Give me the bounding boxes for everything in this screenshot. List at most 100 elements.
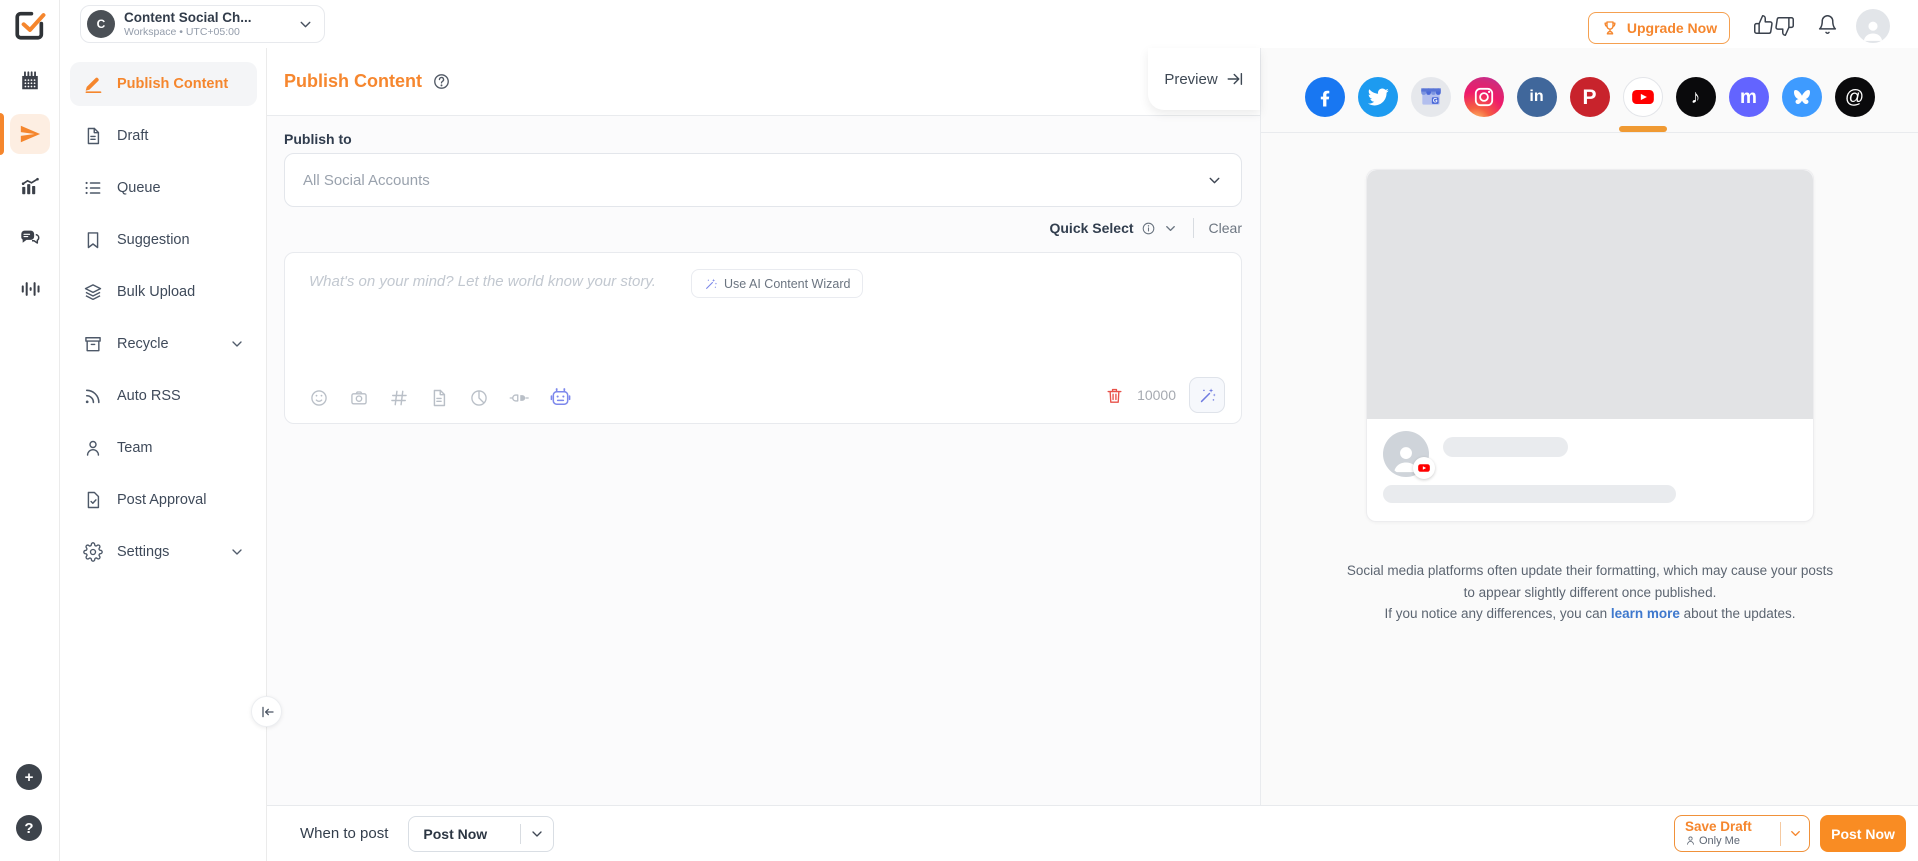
question-icon: ? [24,820,33,837]
sidebar-item-suggestion[interactable]: Suggestion [70,218,257,262]
pie-chart-icon[interactable] [469,388,489,408]
sidebar-item-label: Recycle [117,336,169,352]
feedback-thumbs-up-button[interactable] [1753,14,1774,35]
thumbs-up-icon [1753,14,1774,35]
info-icon[interactable] [1141,221,1156,236]
instagram-icon[interactable] [1464,77,1504,117]
workspace-meta: Workspace • UTC+05:00 [124,26,288,38]
workspace-name: Content Social Ch... [124,10,288,26]
page-header: Publish Content [267,48,1260,116]
sidebar-item-settings[interactable]: Settings [70,530,257,574]
composer-right-controls: 10000 [1105,377,1225,413]
workspace-selector[interactable]: C Content Social Ch... Workspace • UTC+0… [80,5,325,43]
help-button[interactable]: ? [16,815,42,841]
feedback-thumbs-down-button[interactable] [1774,16,1795,37]
post-composer-input[interactable]: What's on your mind? Let the world know … [284,252,1242,424]
sidebar-item-bulk-upload[interactable]: Bulk Upload [70,270,257,314]
ai-content-wizard-button[interactable]: Use AI Content Wizard [691,269,863,298]
rail-active-indicator [0,113,4,155]
wand-icon [1198,386,1217,405]
notifications-button[interactable] [1817,14,1838,35]
schedule-select[interactable]: Post Now [408,816,554,852]
sidebar-item-publish-content[interactable]: Publish Content [70,62,257,106]
twitter-icon[interactable] [1358,77,1398,117]
sidebar-item-label: Draft [117,128,148,144]
formatting-disclaimer: Social media platforms often update thei… [1290,560,1890,625]
chevron-down-icon [1206,172,1223,189]
sidebar-item-queue[interactable]: Queue [70,166,257,210]
upgrade-now-button[interactable]: Upgrade Now [1588,12,1730,44]
quick-select-label[interactable]: Quick Select [1049,220,1133,236]
threads-icon[interactable]: @ [1835,77,1875,117]
preview-toggle-button[interactable]: Preview [1148,48,1260,110]
rail-item-planner[interactable] [10,61,50,101]
linkedin-icon[interactable]: in [1517,77,1557,117]
chat-bubbles-icon [19,227,41,249]
trash-icon[interactable] [1105,386,1124,405]
sidebar-item-draft[interactable]: Draft [70,114,257,158]
save-draft-dropdown[interactable] [1781,826,1809,841]
camera-media-icon[interactable] [349,388,369,408]
publish-to-label: Publish to [284,131,352,147]
rail-item-publish[interactable] [10,114,50,154]
bluesky-icon[interactable] [1782,77,1822,117]
social-accounts-placeholder: All Social Accounts [303,172,1206,189]
google-business-icon[interactable] [1411,77,1451,117]
plug-integration-icon[interactable] [509,388,529,408]
rail-item-analytics[interactable] [10,166,50,206]
learn-more-link[interactable]: learn more [1611,606,1680,621]
clear-button[interactable]: Clear [1209,220,1242,236]
tiktok-icon[interactable]: ♪ [1676,77,1716,117]
facebook-icon[interactable] [1305,77,1345,117]
emoji-icon[interactable] [309,388,329,408]
ai-robot-icon[interactable] [549,386,572,409]
bell-icon [1817,14,1838,35]
preview-label: Preview [1164,71,1217,88]
rss-icon [83,386,103,406]
title-skeleton [1443,437,1568,457]
sidebar-collapse-button[interactable] [251,696,282,727]
active-platform-underline [1619,126,1667,132]
sidebar-item-label: Suggestion [117,232,190,248]
wand-icon [704,277,718,291]
app-logo-icon[interactable] [13,8,47,42]
disclaimer-line-1: Social media platforms often update thei… [1347,563,1833,578]
sidebar-item-post-approval[interactable]: Post Approval [70,478,257,522]
rail-item-inbox[interactable] [10,218,50,258]
text-snippet-icon[interactable] [429,388,449,408]
sidebar-item-label: Post Approval [117,492,206,508]
hashtag-icon[interactable] [389,388,409,408]
sidebar-item-auto-rss[interactable]: Auto RSS [70,374,257,418]
save-draft-button[interactable]: Save Draft Only Me [1674,815,1810,852]
preview-meta [1367,419,1813,489]
pencil-icon [83,74,103,94]
composer-placeholder: What's on your mind? Let the world know … [309,273,656,290]
mastodon-icon[interactable]: m [1729,77,1769,117]
save-draft-texts: Save Draft Only Me [1675,820,1780,847]
chevron-down-icon[interactable] [1163,221,1178,236]
ai-wand-button[interactable] [1189,377,1225,413]
archive-box-icon [83,334,103,354]
plus-icon: + [25,769,34,786]
sidebar-item-team[interactable]: Team [70,426,257,470]
queue-list-icon [83,178,103,198]
help-question-icon[interactable] [432,72,451,91]
chevron-down-icon [229,336,245,352]
sidebar-item-label: Queue [117,180,161,196]
chevron-down-icon [529,826,545,842]
sidebar-item-label: Team [117,440,152,456]
person-small-icon [1685,835,1696,846]
user-avatar[interactable] [1856,9,1890,43]
page-title: Publish Content [284,71,422,92]
social-accounts-select[interactable]: All Social Accounts [284,153,1242,207]
sidebar-item-recycle[interactable]: Recycle [70,322,257,366]
rail-item-listening[interactable] [10,269,50,309]
chevron-down-icon [229,544,245,560]
youtube-icon[interactable] [1623,77,1663,117]
workspace-avatar: C [87,10,115,38]
add-button[interactable]: + [16,764,42,790]
pinterest-icon[interactable]: P [1570,77,1610,117]
post-now-button[interactable]: Post Now [1820,815,1906,852]
preview-panel: in P ♪ m @ [1260,48,1918,805]
file-check-icon [83,490,103,510]
